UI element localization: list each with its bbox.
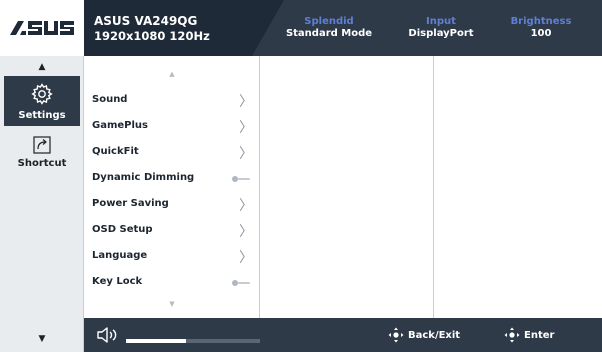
status-label: Brightness <box>510 16 572 27</box>
nav-down-arrow-icon[interactable]: ▼ <box>0 334 84 344</box>
sidebar-item-settings[interactable]: Settings <box>4 76 80 126</box>
chevron-right-icon: 〉 <box>239 94 253 110</box>
detail-panel <box>434 56 602 318</box>
menu-item-label: Key Lock <box>92 276 143 287</box>
menu-item-label: OSD Setup <box>92 224 153 235</box>
menu-item-label: Language <box>92 250 148 261</box>
osd-header: ASUS VA249QG 1920x1080 120Hz Splendid St… <box>0 0 602 56</box>
volume-slider[interactable] <box>126 339 260 343</box>
toggle-knob <box>232 280 238 286</box>
sidebar-item-shortcut[interactable]: Shortcut <box>4 130 80 178</box>
status-splendid: Splendid Standard Mode <box>274 16 384 39</box>
scroll-down-icon[interactable]: ▼ <box>84 300 260 308</box>
asus-logo-mark <box>10 21 74 35</box>
menu-item-sound[interactable]: Sound 〉 <box>84 88 260 114</box>
menu-item-label: GamePlus <box>92 120 148 131</box>
osd-sidebar: ▲ Settings Shortcut ▼ <box>0 56 84 352</box>
back-exit-label: Back/Exit <box>408 329 461 341</box>
model-info: ASUS VA249QG 1920x1080 120Hz <box>84 0 284 56</box>
menu-item-label: Sound <box>92 94 128 105</box>
chevron-right-icon: 〉 <box>239 198 253 214</box>
menu-item-label: QuickFit <box>92 146 139 157</box>
menu-item-dynamic-dimming[interactable]: Dynamic Dimming <box>84 166 260 192</box>
menu-item-label: Power Saving <box>92 198 169 209</box>
gear-icon <box>30 82 54 110</box>
settings-menu: ▲ Sound 〉 GamePlus 〉 QuickFit 〉 Dynamic … <box>84 56 260 318</box>
model-name: ASUS VA249QG <box>94 14 198 28</box>
joystick-press-icon <box>504 327 520 343</box>
chevron-right-icon: 〉 <box>239 224 253 240</box>
asus-logo <box>0 0 84 56</box>
menu-item-label: Dynamic Dimming <box>92 172 195 183</box>
joystick-directional-icon <box>388 327 404 343</box>
toggle-track <box>238 178 250 180</box>
chevron-right-icon: 〉 <box>239 146 253 162</box>
model-resolution: 1920x1080 120Hz <box>94 29 210 43</box>
status-label: Input <box>426 16 456 27</box>
nav-up-arrow-icon[interactable]: ▲ <box>0 62 84 72</box>
sidebar-item-label: Settings <box>18 110 66 121</box>
menu-item-language[interactable]: Language 〉 <box>84 244 260 270</box>
osd-footer: Back/Exit Enter <box>84 318 602 352</box>
menu-item-power-saving[interactable]: Power Saving 〉 <box>84 192 260 218</box>
menu-item-osd-setup[interactable]: OSD Setup 〉 <box>84 218 260 244</box>
chevron-right-icon: 〉 <box>239 120 253 136</box>
status-label: Splendid <box>304 16 354 27</box>
chevron-right-icon: 〉 <box>239 250 253 266</box>
shortcut-icon <box>33 136 51 158</box>
status-input: Input DisplayPort <box>386 16 496 39</box>
menu-item-quickfit[interactable]: QuickFit 〉 <box>84 140 260 166</box>
toggle-knob <box>232 176 238 182</box>
volume-slider-fill <box>126 339 187 343</box>
key-lock-toggle[interactable] <box>232 280 250 286</box>
status-value: DisplayPort <box>408 28 474 39</box>
enter-hint: Enter <box>504 318 554 352</box>
toggle-track <box>238 282 250 284</box>
status-value: 100 <box>530 28 552 39</box>
status-value: Standard Mode <box>285 28 373 39</box>
menu-item-key-lock[interactable]: Key Lock <box>84 270 260 296</box>
dynamic-dimming-toggle[interactable] <box>232 176 250 182</box>
enter-label: Enter <box>524 329 555 341</box>
sidebar-item-label: Shortcut <box>17 158 67 169</box>
submenu-panel <box>260 56 434 318</box>
speaker-icon <box>96 327 120 347</box>
menu-item-gameplus[interactable]: GamePlus 〉 <box>84 114 260 140</box>
back-exit-hint: Back/Exit <box>388 318 460 352</box>
scroll-up-icon[interactable]: ▲ <box>84 70 260 78</box>
status-brightness: Brightness 100 <box>486 16 596 39</box>
